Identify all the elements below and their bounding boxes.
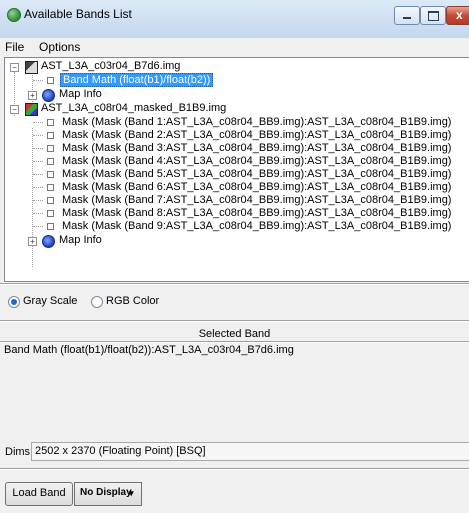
menu-file[interactable]: File [5,40,24,54]
file-name: AST_L3A_c08r04_masked_B1B9.img [41,102,227,114]
band-label-selected[interactable]: Band Math (float(b1)/float(b2)) [60,73,214,87]
rgb-color-label[interactable]: RGB Color [106,295,159,307]
minimize-icon [403,17,411,19]
band-label: Mask (Mask (Band 6:AST_L3A_c08r04_BB9.im… [62,181,452,193]
band-label: Mask (Mask (Band 2:AST_L3A_c08r04_BB9.im… [62,129,452,141]
menu-bar: File Options [0,38,469,56]
image-file-icon [25,61,38,74]
band-leaf-icon [47,119,54,126]
close-button[interactable]: x [446,6,469,25]
expand-toggle[interactable]: + [28,237,37,246]
action-bar: Load Band No Display ▾ [0,474,469,513]
gray-scale-radio[interactable] [8,296,20,308]
file-name: AST_L3A_c03r04_B7d6.img [41,60,181,72]
band-leaf-icon [47,158,54,165]
band-label: Mask (Mask (Band 7:AST_L3A_c08r04_BB9.im… [62,194,452,206]
band-leaf-icon [47,184,54,191]
globe-icon [42,235,55,248]
map-info-label: Map Info [59,88,102,100]
app-globe-icon [7,8,21,22]
divider [0,468,469,470]
selected-band-header: Selected Band [198,328,271,340]
display-dropdown-label: No Display [80,487,132,498]
band-leaf-icon [47,223,54,230]
title-bar[interactable]: Available Bands List x [0,0,469,38]
band-label: Mask (Mask (Band 5:AST_L3A_c08r04_BB9.im… [62,168,452,180]
dims-field: 2502 x 2370 (Floating Point) [BSQ] [31,442,469,461]
band-leaf-icon [47,171,54,178]
expand-toggle[interactable]: + [28,91,37,100]
globe-icon [42,89,55,102]
minimize-button[interactable] [394,6,420,25]
band-leaf-icon [47,197,54,204]
gray-scale-label[interactable]: Gray Scale [23,295,77,307]
band-leaf-icon [47,210,54,217]
close-icon: x [456,8,463,22]
band-label: Mask (Mask (Band 8:AST_L3A_c08r04_BB9.im… [62,207,452,219]
divider [0,341,469,343]
rgb-color-radio[interactable] [91,296,103,308]
band-tree[interactable]: − AST_L3A_c03r04_B7d6.img Band Math (flo… [4,57,469,282]
dims-label: Dims [5,446,31,458]
selected-band-value: Band Math (float(b1)/float(b2)):AST_L3A_… [4,344,294,356]
band-leaf-icon [47,77,54,84]
map-info-label: Map Info [59,234,102,246]
divider [0,283,469,285]
band-label: Mask (Mask (Band 9:AST_L3A_c08r04_BB9.im… [62,220,452,232]
band-leaf-icon [47,132,54,139]
collapse-toggle[interactable]: − [10,105,19,114]
menu-options[interactable]: Options [39,40,80,54]
window-title: Available Bands List [24,7,132,21]
band-label: Mask (Mask (Band 4:AST_L3A_c08r04_BB9.im… [62,155,452,167]
divider [0,320,469,322]
selected-band-panel: Selected Band Band Math (float(b1)/float… [0,324,469,439]
band-leaf-icon [47,145,54,152]
maximize-button[interactable] [420,6,446,25]
available-bands-window: Available Bands List x File Options − AS… [0,0,469,513]
band-label: Mask (Mask (Band 1:AST_L3A_c08r04_BB9.im… [62,116,452,128]
dims-row: Dims 2502 x 2370 (Floating Point) [BSQ] [0,440,469,464]
band-label: Mask (Mask (Band 3:AST_L3A_c08r04_BB9.im… [62,142,452,154]
dropdown-arrow-icon: ▾ [129,488,134,498]
load-band-button[interactable]: Load Band [5,482,73,506]
maximize-icon [428,11,439,21]
dims-value: 2502 x 2370 (Floating Point) [BSQ] [35,445,206,457]
display-dropdown[interactable]: No Display ▾ [74,482,142,506]
color-mode-group: Gray Scale RGB Color [0,288,469,316]
color-image-file-icon [25,103,38,116]
collapse-toggle[interactable]: − [10,63,19,72]
